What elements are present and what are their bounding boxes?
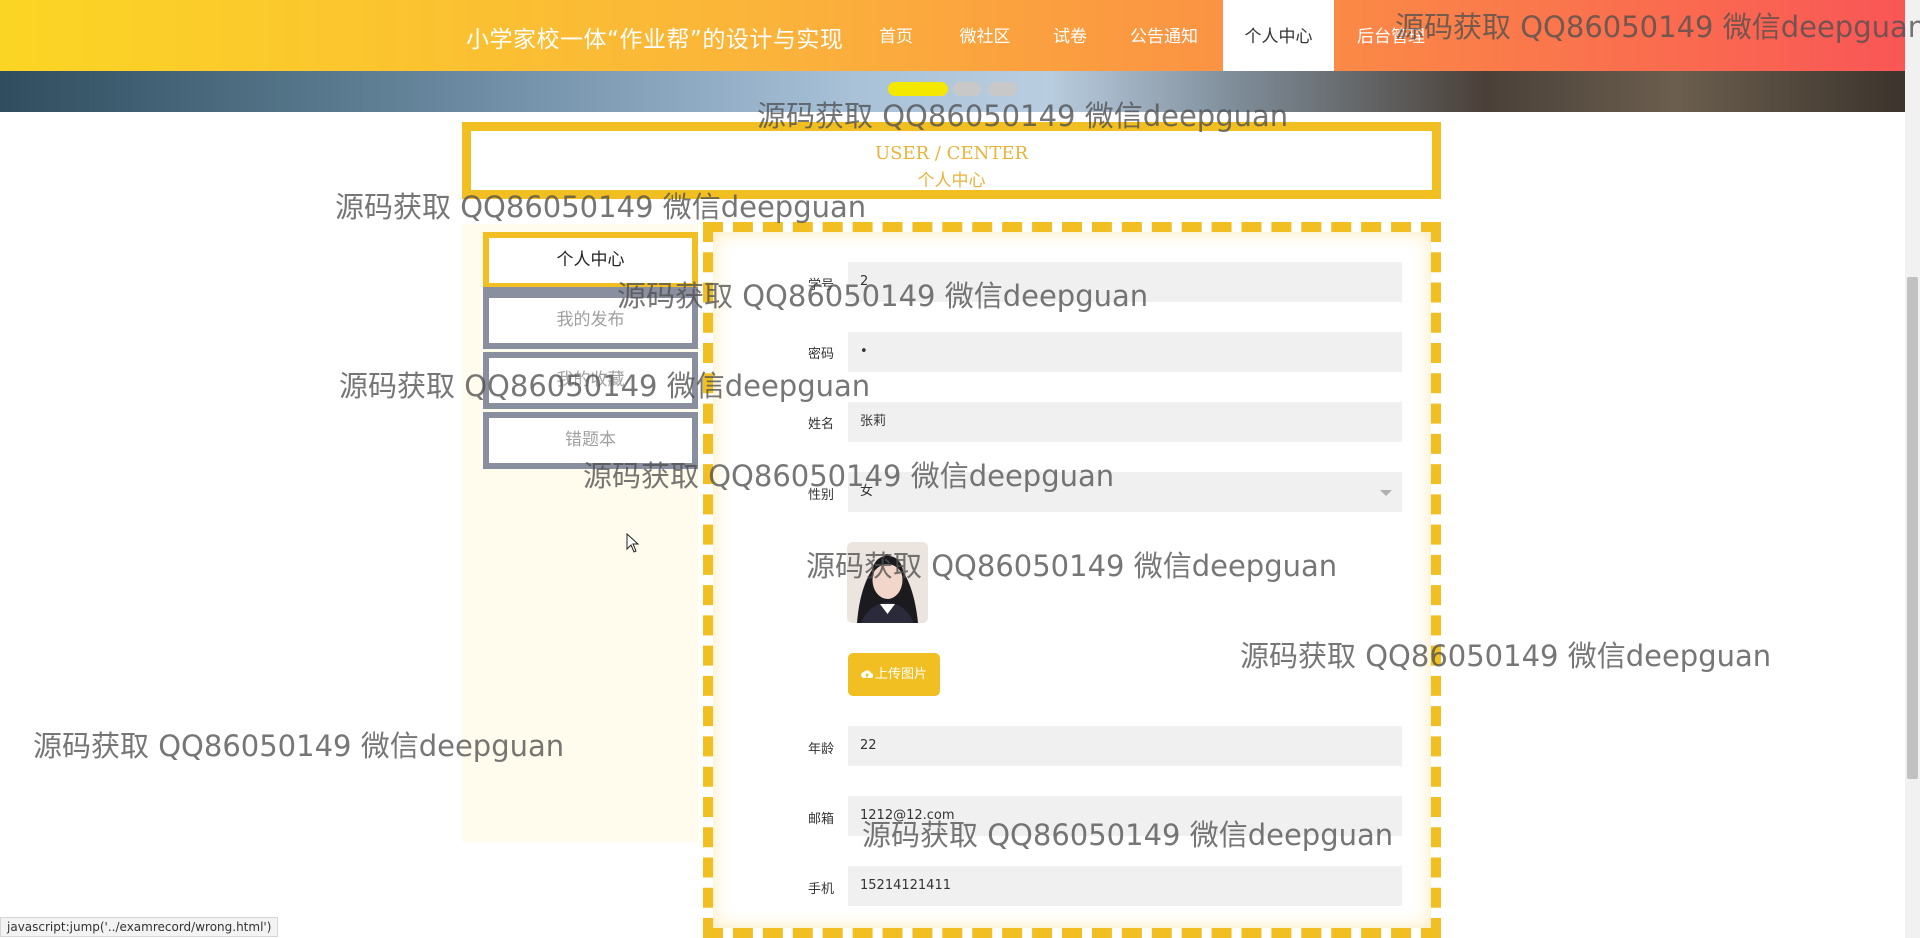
carousel-dot-3[interactable] (988, 82, 1017, 96)
nav-user-center[interactable]: 个人中心 (1223, 0, 1334, 71)
label-phone: 手机 (808, 882, 835, 897)
nav-admin[interactable]: 后台管理 (1345, 0, 1437, 71)
carousel-dot-2[interactable] (953, 82, 982, 96)
label-password: 密码 (808, 347, 835, 362)
label-email: 邮箱 (808, 812, 835, 827)
phone-field[interactable]: 15214121411 (848, 866, 1402, 906)
name-field[interactable]: 张莉 (848, 402, 1402, 442)
label-age: 年龄 (808, 742, 835, 757)
gender-select-value: 女 (860, 484, 874, 499)
email-field[interactable]: 1212@12.com (848, 796, 1402, 836)
heading-english: USER / CENTER (874, 143, 1029, 164)
nav-papers[interactable]: 试卷 (1042, 0, 1098, 71)
top-navbar: 小学家校一体“作业帮”的设计与实现 首页 微社区 试卷 公告通知 个人中心 后台… (0, 0, 1905, 71)
section-heading: USER / CENTER 个人中心 (462, 122, 1441, 199)
upload-image-button[interactable]: 上传图片 (848, 653, 940, 696)
cloud-upload-icon (860, 670, 874, 679)
scrollbar-thumb[interactable] (1907, 277, 1918, 779)
sidebar-item-favorites[interactable]: 我的收藏 (483, 352, 698, 409)
label-student-id: 学号 (808, 278, 835, 293)
student-id-field[interactable]: 2 (848, 262, 1402, 302)
upload-image-label: 上传图片 (874, 667, 927, 682)
page: 小学家校一体“作业帮”的设计与实现 首页 微社区 试卷 公告通知 个人中心 后台… (0, 0, 1920, 938)
chevron-down-icon (1380, 490, 1392, 496)
sidebar-item-my-posts[interactable]: 我的发布 (483, 292, 698, 349)
sidebar-item-user-center[interactable]: 个人中心 (483, 232, 698, 295)
password-field[interactable]: • (848, 332, 1402, 372)
carousel-dot-1[interactable] (888, 82, 948, 96)
heading-chinese: 个人中心 (917, 171, 986, 191)
label-gender: 性别 (808, 488, 835, 503)
avatar (847, 542, 928, 623)
sidebar-item-wrong-questions[interactable]: 错题本 (483, 412, 698, 469)
age-field[interactable]: 22 (848, 726, 1402, 766)
site-title: 小学家校一体“作业帮”的设计与实现 (466, 27, 844, 53)
label-name: 姓名 (808, 417, 835, 432)
browser-status-bar: javascript:jump('../examrecord/wrong.htm… (0, 917, 279, 937)
gender-select[interactable]: 女 (848, 472, 1402, 512)
nav-notices[interactable]: 公告通知 (1118, 0, 1210, 71)
nav-home[interactable]: 首页 (862, 0, 930, 71)
nav-community[interactable]: 微社区 (948, 0, 1022, 71)
mouse-cursor-icon (626, 533, 640, 553)
